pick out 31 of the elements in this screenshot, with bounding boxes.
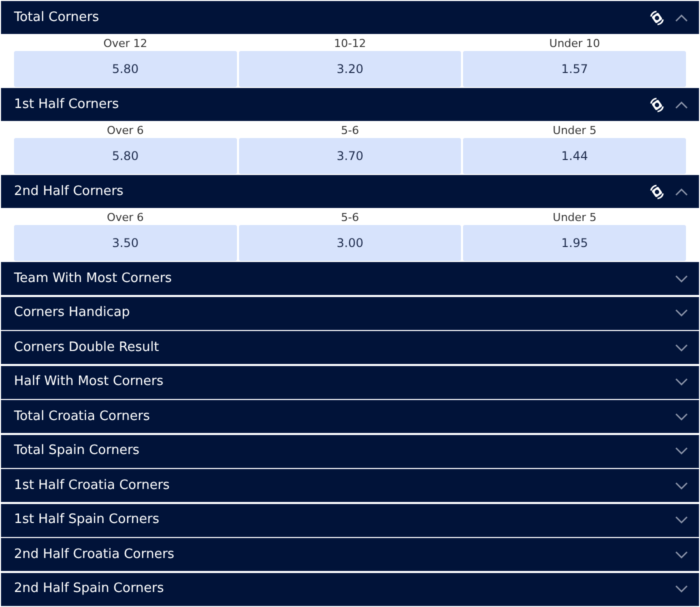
odds-button[interactable]: 1.44 — [463, 138, 686, 174]
outcome-label: Under 5 — [552, 211, 597, 224]
market-header[interactable]: 2nd Half Corners — [1, 175, 699, 208]
outcome-label: Over 6 — [106, 211, 144, 224]
outcome-label: 5-6 — [341, 124, 359, 137]
odds-button[interactable]: 3.20 — [238, 50, 462, 86]
odds-button[interactable]: 1.95 — [463, 224, 686, 260]
outcome-label: 10-12 — [334, 37, 366, 50]
odds-button[interactable]: 1.57 — [463, 50, 686, 86]
market-header[interactable]: 1st Half Spain Corners — [1, 504, 699, 536]
market-header[interactable]: 1st Half Corners — [1, 88, 699, 121]
odds-button[interactable]: 3.70 — [238, 138, 462, 174]
outcome-label: Under 5 — [552, 124, 597, 137]
market-header[interactable]: 2nd Half Croatia Corners — [1, 538, 699, 571]
outcome-label: Over 12 — [103, 37, 148, 50]
odds-button[interactable]: 3.50 — [14, 224, 237, 260]
market-header[interactable]: Half With Most Corners — [1, 366, 699, 398]
market-header[interactable]: Team With Most Corners — [1, 262, 699, 295]
market-header[interactable]: 1st Half Croatia Corners — [1, 469, 699, 502]
outcome-label: Under 10 — [549, 37, 600, 50]
odds-button[interactable]: 5.80 — [14, 138, 237, 174]
outcome-label: Over 6 — [106, 124, 144, 137]
market-header[interactable]: Total Corners — [1, 1, 699, 34]
market-header[interactable]: 2nd Half Spain Corners — [1, 572, 699, 606]
market-header[interactable]: Corners Double Result — [1, 331, 699, 364]
market-header[interactable]: Total Croatia Corners — [1, 400, 699, 433]
odds-button[interactable]: 5.80 — [14, 50, 237, 86]
outcome-label: 5-6 — [341, 211, 359, 224]
market-header[interactable]: Total Spain Corners — [1, 434, 699, 468]
odds-button[interactable]: 3.00 — [238, 224, 462, 260]
market-header[interactable]: Corners Handicap — [1, 296, 699, 330]
